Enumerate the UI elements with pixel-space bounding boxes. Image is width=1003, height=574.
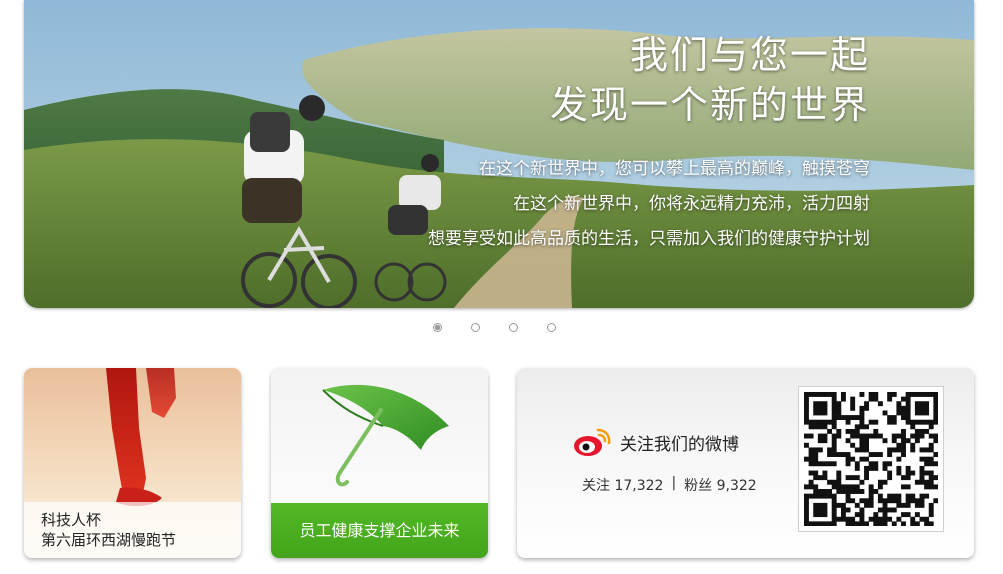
weibo-follow-card[interactable]: 关注我们的微博 关注 17,322 | 粉丝 9,322 — [517, 368, 974, 558]
slider-pagination — [433, 323, 556, 332]
running-festival-caption: 科技人杯 第六届环西湖慢跑节 — [24, 502, 241, 558]
weibo-fans-count: 粉丝 9,322 — [684, 478, 757, 494]
hero-headline-1: 我们与您一起 — [629, 33, 870, 77]
slider-dot-2[interactable] — [471, 323, 480, 332]
hero-line-2: 在这个新世界中，你将永远精力充沛，活力四射 — [513, 194, 870, 214]
hero-line-1: 在这个新世界中，您可以攀上最高的巅峰，触摸苍穹 — [479, 159, 870, 179]
weibo-stats-divider: | — [671, 475, 677, 491]
running-caption-line-1: 科技人杯 — [41, 511, 102, 529]
hero-line-3: 想要享受如此高品质的生活，只需加入我们的健康守护计划 — [428, 229, 870, 249]
employee-health-card[interactable]: 员工健康支撑企业未来 — [271, 368, 488, 558]
slider-dot-3[interactable] — [509, 323, 518, 332]
umbrella-icon — [322, 384, 449, 487]
weibo-title: 关注我们的微博 — [620, 434, 739, 455]
weibo-header: 关注我们的微博 — [572, 426, 739, 458]
weibo-following-count: 关注 17,322 — [582, 478, 664, 494]
hero-banner[interactable]: 我们与您一起 发现一个新的世界 在这个新世界中，您可以攀上最高的巅峰，触摸苍穹 … — [24, 0, 974, 308]
slider-dot-4[interactable] — [547, 323, 556, 332]
running-caption-line-2: 第六届环西湖慢跑节 — [41, 531, 177, 549]
hero-headline-2: 发现一个新的世界 — [549, 83, 870, 127]
slider-dot-1[interactable] — [433, 323, 442, 332]
employee-health-label: 员工健康支撑企业未来 — [271, 503, 488, 558]
qr-code-icon — [804, 392, 938, 526]
hero-text: 我们与您一起 发现一个新的世界 在这个新世界中，您可以攀上最高的巅峰，触摸苍穹 … — [428, 30, 870, 257]
weibo-stats: 关注 17,322 | 粉丝 9,322 — [582, 475, 757, 495]
weibo-logo-icon[interactable] — [572, 426, 612, 458]
running-festival-card[interactable]: 科技人杯 第六届环西湖慢跑节 — [24, 368, 241, 558]
weibo-qr-code — [798, 386, 944, 532]
